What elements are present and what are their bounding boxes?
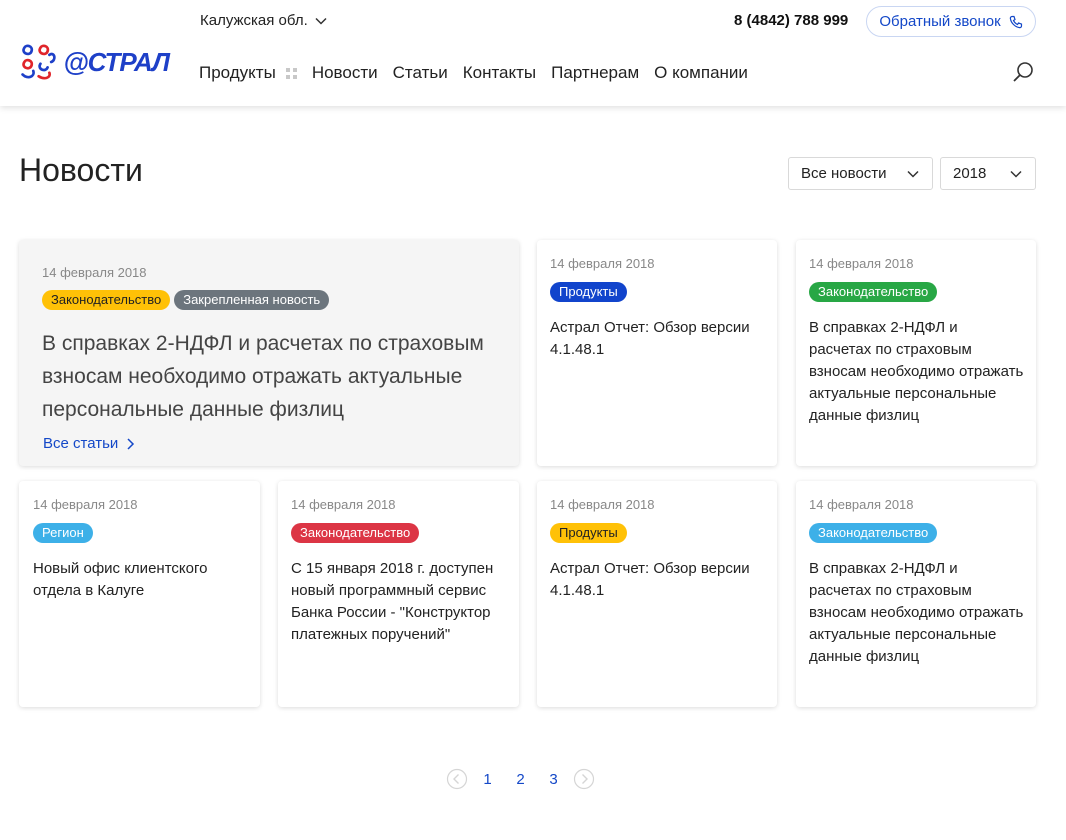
nav-item-news[interactable]: Новости xyxy=(312,63,378,83)
news-headline: С 15 января 2018 г. доступен новый прогр… xyxy=(291,560,494,643)
pinned-badge: Закрепленная новость xyxy=(174,290,330,310)
news-date: 14 февраля 2018 xyxy=(42,265,147,280)
news-headline: Астрал Отчет: Обзор версии 4.1.48.1 xyxy=(550,319,750,358)
news-card[interactable]: 14 февраля 2018 Регион Новый офис клиент… xyxy=(19,481,260,707)
news-date: 14 февраля 2018 xyxy=(809,497,914,512)
news-card[interactable]: 14 февраля 2018 Продукты Астрал Отчет: О… xyxy=(537,240,777,466)
all-articles-label: Все статьи xyxy=(43,435,119,452)
category-badge[interactable]: Законодательство xyxy=(42,290,171,310)
prev-page-icon[interactable] xyxy=(446,768,468,790)
search-icon[interactable] xyxy=(1012,60,1036,84)
year-filter-value: 2018 xyxy=(953,165,987,182)
nav-item-about[interactable]: О компании xyxy=(654,63,748,83)
page-link-2[interactable]: 2 xyxy=(504,771,537,788)
category-badge[interactable]: Продукты xyxy=(550,282,627,302)
news-headline: Новый офис клиентского отдела в Калуге xyxy=(33,560,208,599)
nav-item-label: Контакты xyxy=(462,63,537,82)
category-badge[interactable]: Законодательство xyxy=(809,282,938,302)
news-headline: Астрал Отчет: Обзор версии 4.1.48.1 xyxy=(550,560,750,599)
category-badge[interactable]: Законодательство xyxy=(809,523,938,543)
news-date: 14 февраля 2018 xyxy=(291,497,396,512)
page-link-3[interactable]: 3 xyxy=(537,771,570,788)
news-date: 14 февраля 2018 xyxy=(550,497,655,512)
news-card[interactable]: 14 февраля 2018 Законодательство В справ… xyxy=(796,481,1036,707)
badge-group: Законодательство Закрепленная новость xyxy=(42,290,330,310)
news-card[interactable]: 14 февраля 2018 Продукты Астрал Отчет: О… xyxy=(537,481,777,707)
badge-group: Законодательство xyxy=(809,282,938,302)
region-selector[interactable]: Калужская обл. xyxy=(200,12,328,29)
nav-item-contacts[interactable]: Контакты xyxy=(463,63,536,83)
year-filter-select[interactable]: 2018 xyxy=(940,157,1036,190)
category-badge[interactable]: Законодательство xyxy=(291,523,420,543)
astral-logo-mark-icon xyxy=(21,44,56,80)
category-filter-value: Все новости xyxy=(801,165,887,182)
astral-logo[interactable]: @СТРАЛ xyxy=(19,40,170,84)
nav-item-label: Новости xyxy=(311,63,378,82)
phone-number[interactable]: 8 (4842) 788 999 xyxy=(734,12,848,29)
nav-item-products[interactable]: Продукты xyxy=(199,63,297,83)
news-date: 14 февраля 2018 xyxy=(550,256,655,271)
category-badge[interactable]: Регион xyxy=(33,523,93,543)
next-page-icon[interactable] xyxy=(573,768,595,790)
badge-group: Продукты xyxy=(550,523,627,543)
featured-news-card[interactable]: 14 февраля 2018 Законодательство Закрепл… xyxy=(19,240,519,466)
region-label: Калужская обл. xyxy=(200,12,308,29)
main-nav: Продукты Новости Статьи Контакты Партнер… xyxy=(199,63,763,83)
site-header: @СТРАЛ Калужская обл. 8 (4842) 788 999 О… xyxy=(0,0,1066,106)
badge-group: Законодательство xyxy=(809,523,938,543)
nav-item-articles[interactable]: Статьи xyxy=(393,63,448,83)
callback-button[interactable]: Обратный звонок xyxy=(866,6,1036,37)
page-link-1[interactable]: 1 xyxy=(471,771,504,788)
chevron-down-icon xyxy=(907,170,919,178)
nav-item-partners[interactable]: Партнерам xyxy=(551,63,639,83)
all-articles-link[interactable]: Все статьи xyxy=(43,435,136,452)
badge-group: Законодательство xyxy=(291,523,420,543)
badge-group: Регион xyxy=(33,523,93,543)
nav-item-label: Партнерам xyxy=(551,63,640,82)
phone-icon xyxy=(1009,15,1022,28)
pagination: 1 2 3 xyxy=(446,768,595,790)
grid-dots-icon xyxy=(285,67,297,79)
callback-label: Обратный звонок xyxy=(879,13,1001,30)
logo-text: @СТРАЛ xyxy=(63,46,170,77)
chevron-down-icon xyxy=(315,17,327,25)
nav-item-label: Статьи xyxy=(392,63,448,82)
news-headline: В справках 2-НДФЛ и расчетах по страховы… xyxy=(809,560,1024,665)
news-card[interactable]: 14 февраля 2018 Законодательство В справ… xyxy=(796,240,1036,466)
badge-group: Продукты xyxy=(550,282,627,302)
news-headline: В справках 2-НДФЛ и расчетах по страховы… xyxy=(809,319,1024,424)
news-date: 14 февраля 2018 xyxy=(809,256,914,271)
news-headline: В справках 2-НДФЛ и расчетах по страховы… xyxy=(42,332,484,421)
nav-item-label: Продукты xyxy=(199,63,276,82)
page-title: Новости xyxy=(19,152,143,188)
category-filter-select[interactable]: Все новости xyxy=(788,157,933,190)
chevron-down-icon xyxy=(1010,170,1022,178)
chevron-right-icon xyxy=(127,437,135,450)
nav-item-label: О компании xyxy=(654,63,748,82)
news-date: 14 февраля 2018 xyxy=(33,497,138,512)
news-card[interactable]: 14 февраля 2018 Законодательство С 15 ян… xyxy=(278,481,519,707)
category-badge[interactable]: Продукты xyxy=(550,523,627,543)
